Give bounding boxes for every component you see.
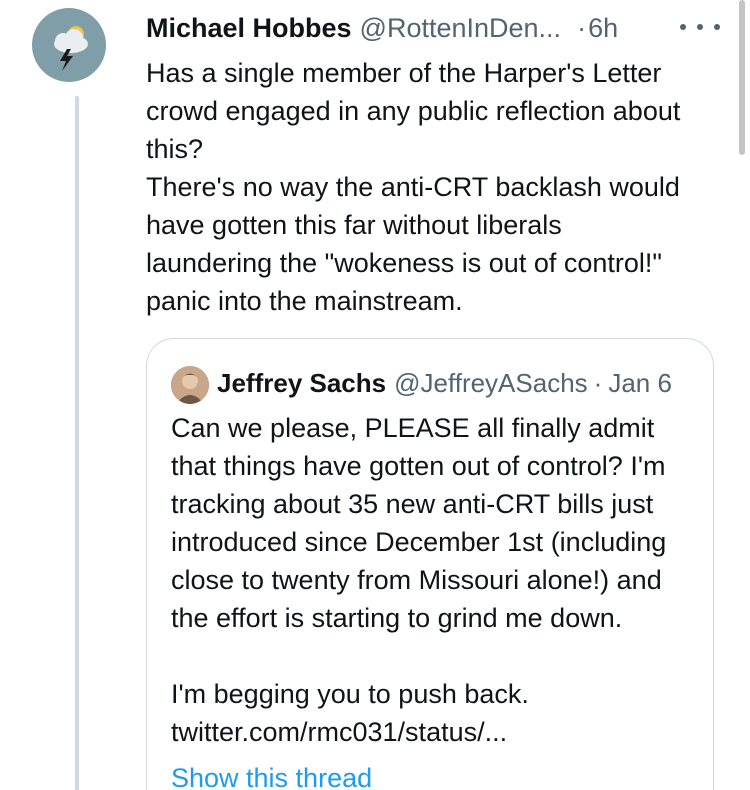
tweet-text-line: this? xyxy=(146,134,204,164)
quoted-tweet-link[interactable]: twitter.com/rmc031/status/... xyxy=(171,713,701,751)
quoted-tweet-timestamp[interactable]: Jan 6 xyxy=(608,365,672,401)
quoted-text-line: tracking about 35 new anti-CRT bills jus… xyxy=(171,489,654,519)
quoted-text-line: I'm begging you to push back. xyxy=(171,679,529,709)
quoted-text-line: introduced since December 1st (including xyxy=(171,527,667,557)
show-thread-link[interactable]: Show this thread xyxy=(171,759,372,790)
tweet-text-line: crowd engaged in any public reflection a… xyxy=(146,96,681,126)
quoted-tweet-header: Jeffrey Sachs @JeffreyASachs · Jan 6 xyxy=(217,365,672,401)
tweet-thread-view: Michael Hobbes @RottenInDen... · 6h Has … xyxy=(0,0,750,790)
quoted-text-line: close to twenty from Missouri alone!) an… xyxy=(171,565,662,595)
author-name[interactable]: Michael Hobbes xyxy=(146,10,352,46)
quoted-text-line xyxy=(171,637,701,675)
tweet-text-line: laundering the "wokeness is out of contr… xyxy=(146,248,662,278)
quoted-text-line: Can we please, PLEASE all finally admit xyxy=(171,413,655,443)
scrollbar-thumb[interactable] xyxy=(739,0,745,155)
quoted-tweet-text: Can we please, PLEASE all finally admit … xyxy=(171,409,701,751)
author-avatar[interactable] xyxy=(32,8,106,82)
separator-dot: · xyxy=(593,368,603,398)
tweet-text-line: Has a single member of the Harper's Lett… xyxy=(146,58,662,88)
quoted-author-name[interactable]: Jeffrey Sachs xyxy=(217,365,386,401)
tweet-text-line: panic into the mainstream. xyxy=(146,286,463,316)
author-handle[interactable]: @RottenInDen... xyxy=(360,10,562,46)
tweet-header: Michael Hobbes @RottenInDen... · 6h xyxy=(146,10,706,46)
quoted-author-handle[interactable]: @JeffreyASachs xyxy=(394,365,588,401)
quoted-text-line: that things have gotten out of control? … xyxy=(171,451,666,481)
storm-cloud-icon xyxy=(54,26,88,71)
thread-connector-line xyxy=(75,96,79,790)
quoted-tweet-card[interactable]: Jeffrey Sachs @JeffreyASachs · Jan 6 Can… xyxy=(146,338,714,790)
quoted-author-avatar[interactable] xyxy=(171,366,209,404)
tweet-text-line: There's no way the anti-CRT backlash wou… xyxy=(146,172,680,202)
separator-dot: · xyxy=(577,13,587,43)
portrait-icon xyxy=(171,366,209,404)
tweet-text: Has a single member of the Harper's Lett… xyxy=(146,54,726,320)
tweet-text-line: have gotten this far without liberals xyxy=(146,210,562,240)
tweet-timestamp[interactable]: 6h xyxy=(588,10,618,46)
quoted-text-line: the effort is starting to grind me down. xyxy=(171,603,623,633)
more-horizontal-icon[interactable] xyxy=(680,14,720,40)
